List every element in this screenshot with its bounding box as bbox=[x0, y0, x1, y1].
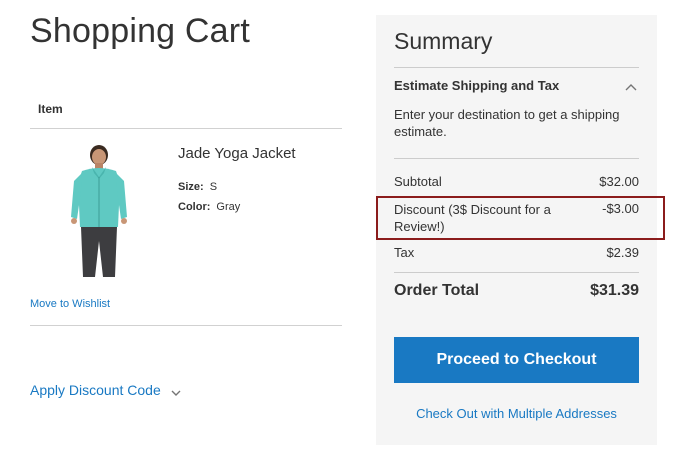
tax-label: Tax bbox=[394, 245, 415, 260]
tax-row: Tax $2.39 bbox=[394, 245, 639, 260]
cart-divider bbox=[30, 325, 342, 326]
option-color: Color: Gray bbox=[178, 201, 240, 213]
discount-highlight-box bbox=[376, 196, 665, 240]
estimate-shipping-toggle[interactable]: Estimate Shipping and Tax bbox=[394, 76, 639, 96]
option-size-label: Size: bbox=[178, 181, 204, 193]
order-total-row: Order Total $31.39 bbox=[394, 282, 639, 300]
proceed-to-checkout-button[interactable]: Proceed to Checkout bbox=[394, 337, 639, 383]
subtotal-label: Subtotal bbox=[394, 174, 442, 189]
option-size-value: S bbox=[209, 181, 218, 193]
shipping-description: Enter your destination to get a shipping… bbox=[394, 107, 620, 139]
order-total-label: Order Total bbox=[394, 282, 480, 299]
checkout-multiple-addresses-link[interactable]: Check Out with Multiple Addresses bbox=[376, 406, 657, 421]
product-name[interactable]: Jade Yoga Jacket bbox=[178, 145, 296, 162]
page-title: Shopping Cart bbox=[30, 12, 250, 50]
estimate-shipping-heading: Estimate Shipping and Tax bbox=[394, 78, 560, 93]
option-color-value: Gray bbox=[216, 201, 241, 213]
chevron-down-icon bbox=[171, 385, 181, 396]
subtotal-row: Subtotal $32.00 bbox=[394, 174, 639, 189]
option-color-label: Color: bbox=[178, 201, 211, 213]
chevron-up-icon bbox=[625, 80, 637, 91]
cart-table-header: Item bbox=[30, 100, 342, 129]
tax-value: $2.39 bbox=[606, 245, 639, 260]
summary-divider bbox=[394, 67, 639, 68]
subtotal-value: $32.00 bbox=[599, 174, 639, 189]
summary-title: Summary bbox=[394, 28, 493, 54]
summary-divider bbox=[394, 272, 639, 273]
product-photo-icon bbox=[71, 145, 127, 277]
apply-discount-toggle[interactable]: Apply Discount Code bbox=[30, 382, 181, 398]
summary-divider bbox=[394, 158, 639, 159]
option-size: Size: S bbox=[178, 181, 217, 193]
order-total-value: $31.39 bbox=[590, 282, 639, 299]
apply-discount-label: Apply Discount Code bbox=[30, 382, 161, 398]
column-header-item: Item bbox=[38, 102, 63, 116]
product-image[interactable] bbox=[68, 143, 130, 279]
move-to-wishlist-link[interactable]: Move to Wishlist bbox=[30, 298, 110, 310]
